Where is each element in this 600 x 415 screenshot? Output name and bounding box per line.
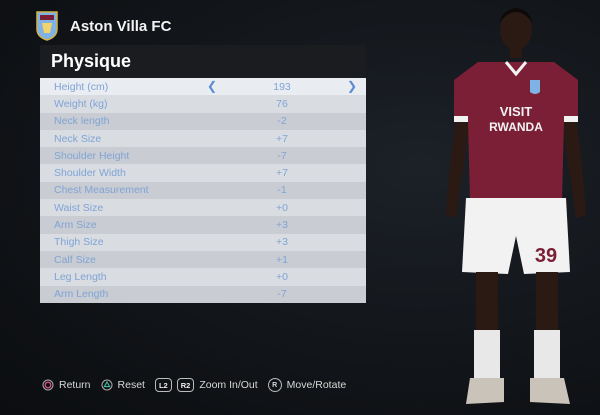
row-value: +1: [276, 253, 288, 266]
row-value: +3: [276, 219, 288, 232]
row-label: Shoulder Width: [54, 167, 126, 180]
physique-row-thigh-size[interactable]: Thigh Size +3: [40, 233, 366, 251]
shirt-sponsor-line2: RWANDA: [489, 120, 543, 134]
controls-footer: Return Reset L2 R2 Zoom In/Out R Move/Ro…: [42, 378, 356, 392]
row-value: +0: [276, 270, 288, 283]
row-label: Shoulder Height: [54, 149, 130, 162]
shirt-sponsor-line1: VISIT: [500, 104, 533, 119]
row-label: Height (cm): [54, 80, 109, 93]
increase-arrow-icon[interactable]: ❯: [347, 78, 357, 95]
physique-panel: Physique Height (cm) ❮ 193 ❯ Weight (kg)…: [40, 45, 366, 303]
row-label: Leg Length: [54, 270, 107, 283]
reset-label: Reset: [117, 379, 145, 391]
zoom-label: Zoom In/Out: [199, 379, 258, 391]
shorts-number: 39: [535, 245, 557, 267]
move-rotate-control[interactable]: R Move/Rotate: [267, 378, 347, 392]
row-value: -1: [277, 184, 287, 197]
row-value: +0: [276, 201, 288, 214]
decrease-arrow-icon[interactable]: ❮: [207, 78, 217, 95]
row-label: Arm Size: [54, 219, 97, 232]
physique-list: Height (cm) ❮ 193 ❯ Weight (kg) 76 Neck …: [40, 78, 366, 303]
row-label: Waist Size: [54, 201, 104, 214]
row-label: Neck Size: [54, 132, 102, 145]
panel-title: Physique: [40, 45, 366, 78]
row-label: Weight (kg): [54, 97, 108, 110]
physique-row-neck-length[interactable]: Neck length -2: [40, 112, 366, 130]
reset-control[interactable]: Reset: [101, 379, 145, 391]
row-value: +3: [276, 236, 288, 249]
physique-row-height[interactable]: Height (cm) ❮ 193 ❯: [40, 78, 366, 96]
circle-button-icon: [42, 379, 54, 391]
row-value: -7: [277, 288, 287, 301]
row-label: Chest Measurement: [54, 184, 149, 197]
row-label: Neck length: [54, 115, 110, 128]
zoom-control[interactable]: L2 R2 Zoom In/Out: [154, 378, 258, 392]
header: Aston Villa FC: [36, 10, 171, 42]
row-label: Arm Length: [54, 288, 109, 301]
row-label: Calf Size: [54, 253, 97, 266]
physique-row-waist-size[interactable]: Waist Size +0: [40, 199, 366, 217]
physique-row-neck-size[interactable]: Neck Size +7: [40, 129, 366, 148]
row-label: Thigh Size: [54, 236, 104, 249]
physique-row-arm-length[interactable]: Arm Length -7: [40, 285, 366, 303]
triangle-button-icon: [101, 379, 113, 391]
right-stick-icon: R: [267, 378, 282, 392]
return-control[interactable]: Return: [42, 379, 91, 391]
physique-row-shoulder-height[interactable]: Shoulder Height -7: [40, 147, 366, 165]
row-value: +7: [276, 132, 288, 145]
r2-button-icon: R2: [176, 378, 195, 392]
physique-row-arm-size[interactable]: Arm Size +3: [40, 216, 366, 234]
player-model[interactable]: VISIT RWANDA 39: [430, 0, 600, 415]
move-rotate-label: Move/Rotate: [286, 379, 347, 391]
club-name: Aston Villa FC: [70, 17, 172, 35]
aston-villa-crest-icon: [36, 11, 58, 41]
physique-row-weight[interactable]: Weight (kg) 76: [40, 95, 366, 113]
physique-row-chest-measurement[interactable]: Chest Measurement -1: [40, 181, 366, 200]
row-value: 193: [273, 80, 291, 93]
row-value: 76: [276, 97, 288, 110]
physique-row-leg-length[interactable]: Leg Length +0: [40, 268, 366, 286]
return-label: Return: [59, 379, 91, 391]
row-value: -2: [277, 115, 287, 128]
physique-row-shoulder-width[interactable]: Shoulder Width +7: [40, 164, 366, 182]
physique-row-calf-size[interactable]: Calf Size +1: [40, 250, 366, 269]
l2-button-icon: L2: [154, 378, 172, 392]
row-value: +7: [276, 167, 288, 180]
row-value: -7: [277, 149, 287, 162]
